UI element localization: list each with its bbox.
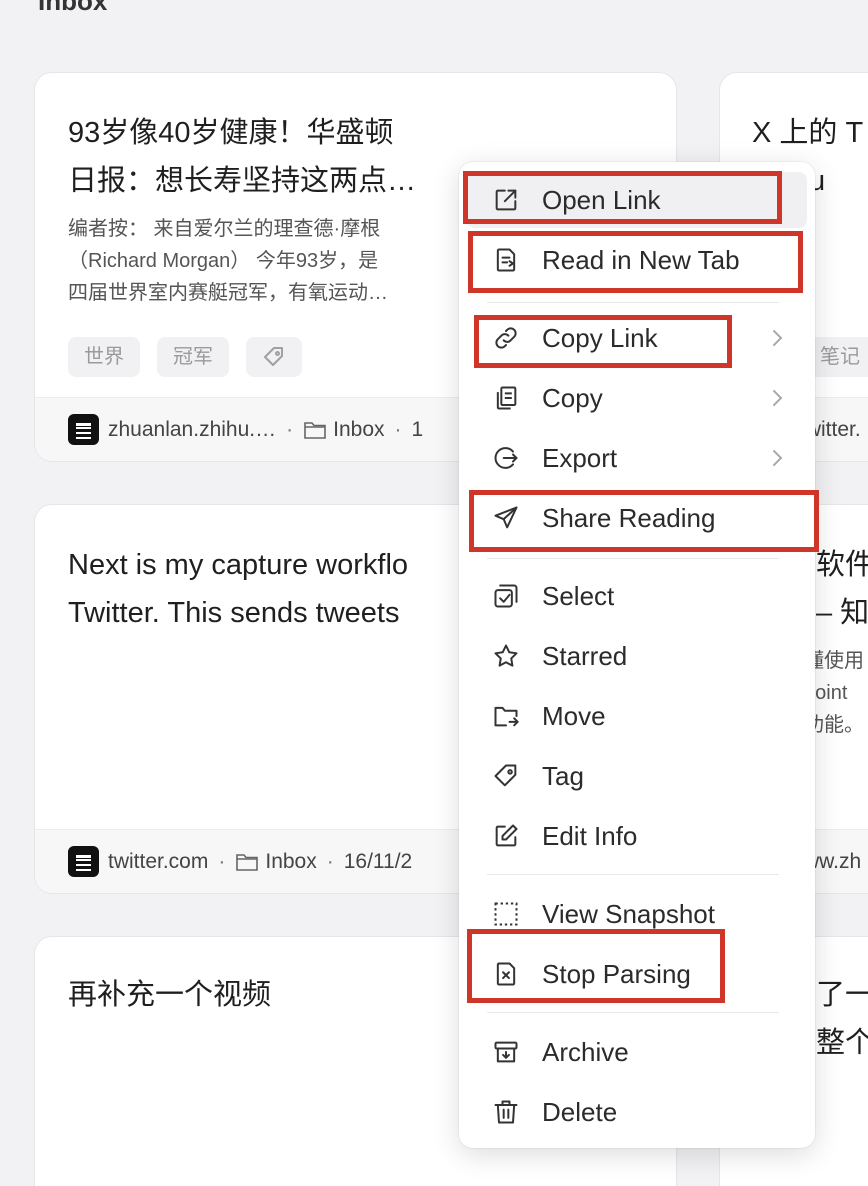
menu-item-delete[interactable]: Delete: [467, 1084, 807, 1140]
menu-item-select[interactable]: Select: [467, 568, 807, 624]
annotation-box-open-link: [463, 171, 782, 224]
tag-chip[interactable]: 世界: [68, 337, 140, 377]
archive-icon: [491, 1037, 521, 1067]
menu-item-label: View Snapshot: [542, 898, 715, 929]
card-title: Next is my capture workflo Twitter. This…: [68, 549, 409, 629]
separator-dot: ·: [394, 417, 402, 441]
tag-icon: [264, 347, 283, 366]
separator-dot: ·: [326, 849, 334, 873]
menu-item-tag[interactable]: Tag: [467, 748, 807, 804]
menu-divider: [487, 302, 779, 303]
source-domain: zhuanlan.zhihu.…: [108, 417, 277, 441]
tag-list: 世界 冠军: [68, 337, 302, 377]
select-icon: [491, 581, 521, 611]
star-icon: [491, 641, 521, 671]
twitter-site-icon: [68, 846, 99, 877]
menu-item-copy[interactable]: Copy: [467, 370, 807, 426]
menu-item-starred[interactable]: Starred: [467, 628, 807, 684]
inbox-page: Inbox 93岁像40岁健康！华盛顿 日报：想长寿坚持这两点… 编者按： 来自…: [0, 0, 868, 1186]
separator-dot: ·: [286, 417, 294, 441]
annotation-box-stop-parsing: [467, 929, 725, 1003]
card-title: 了一 整个: [816, 979, 868, 1059]
card-description: 编者按： 来自爱尔兰的理查德·摩根 （Richard Morgan） 今年93岁…: [68, 218, 388, 304]
menu-item-label: Tag: [542, 760, 584, 791]
menu-divider: [487, 1012, 779, 1013]
menu-item-label: Starred: [542, 640, 628, 671]
chevron-right-icon: [773, 450, 783, 466]
page-title: Inbox: [38, 0, 108, 16]
export-icon: [491, 443, 521, 473]
menu-item-move[interactable]: Move: [467, 688, 807, 744]
card-title: 再补充一个视频: [68, 979, 272, 1011]
saved-date: 1: [411, 417, 424, 441]
menu-item-label: Select: [542, 580, 615, 611]
tag-icon: [491, 761, 521, 791]
folder-icon: [235, 851, 259, 873]
menu-item-label: Move: [542, 700, 606, 731]
chevron-right-icon: [773, 390, 783, 406]
menu-item-label: Archive: [542, 1036, 629, 1067]
menu-item-archive[interactable]: Archive: [467, 1024, 807, 1080]
annotation-box-read-in-new-tab: [468, 231, 803, 293]
folder-name: Inbox: [265, 849, 317, 873]
menu-item-edit-info[interactable]: Edit Info: [467, 808, 807, 864]
folder-icon: [303, 419, 327, 441]
menu-divider: [487, 874, 779, 875]
menu-item-label: Edit Info: [542, 820, 638, 851]
menu-divider: [487, 558, 779, 559]
snapshot-icon: [491, 899, 521, 929]
saved-date: 16/11/2: [343, 849, 413, 873]
trash-icon: [491, 1097, 521, 1127]
menu-item-label: Delete: [542, 1096, 618, 1127]
source-domain: twitter.com: [108, 849, 209, 873]
add-tag-button[interactable]: [246, 337, 302, 377]
annotation-box-copy-link: [474, 315, 732, 368]
card-title: 93岁像40岁健康！华盛顿 日报：想长寿坚持这两点…: [68, 117, 417, 197]
chevron-right-icon: [773, 330, 783, 346]
zhihu-site-icon: [68, 414, 99, 445]
menu-item-label: Export: [542, 442, 618, 473]
move-folder-icon: [491, 701, 521, 731]
folder-name: Inbox: [333, 417, 385, 441]
card-title: 软件 – 知: [816, 549, 868, 629]
separator-dot: ·: [218, 849, 226, 873]
tag-chip[interactable]: 冠军: [157, 337, 229, 377]
copy-icon: [491, 383, 521, 413]
annotation-box-share-reading: [469, 490, 819, 552]
menu-item-label: Copy: [542, 382, 603, 413]
menu-item-export[interactable]: Export: [467, 430, 807, 486]
edit-icon: [491, 821, 521, 851]
